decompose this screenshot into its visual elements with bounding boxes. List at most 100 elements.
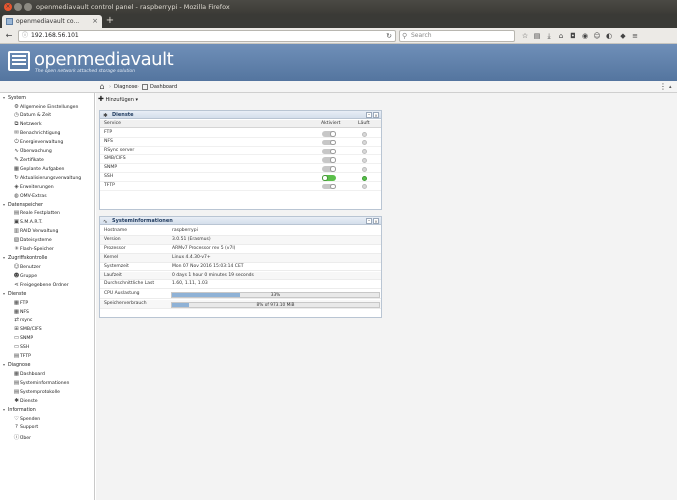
collapse-panel-icon[interactable]: ⌃ bbox=[366, 112, 372, 118]
site-info-icon[interactable]: ⓘ bbox=[22, 31, 28, 41]
pocket-icon[interactable]: ◘ bbox=[568, 31, 578, 41]
sidebar-item-5-1[interactable]: ? Support bbox=[13, 424, 38, 430]
column-enabled[interactable]: Aktiviert bbox=[321, 120, 340, 128]
add-button[interactable]: ✚ Hinzufügen ▾ bbox=[98, 95, 138, 105]
window-title: openmediavault control panel - raspberry… bbox=[36, 3, 230, 11]
sidebar-item-4-1[interactable]: ▤Systeminformationen bbox=[13, 379, 70, 386]
back-icon[interactable]: ← bbox=[4, 31, 14, 41]
sidebar-item-label: Dienste bbox=[20, 398, 38, 404]
service-enabled-toggle[interactable] bbox=[322, 139, 336, 146]
service-row: SMB/CIFS bbox=[100, 155, 381, 165]
new-tab-button[interactable]: + bbox=[104, 14, 116, 28]
update-icon: ↻ bbox=[14, 174, 19, 181]
sidebar-group-5[interactable]: ▾ Information bbox=[3, 407, 36, 413]
column-running[interactable]: Läuft bbox=[358, 120, 370, 128]
service-enabled-toggle[interactable] bbox=[322, 131, 336, 137]
service-enabled-toggle[interactable] bbox=[322, 157, 336, 163]
sidebar-item-0-7[interactable]: ▦Geplante Aufgaben bbox=[13, 166, 65, 172]
extension-icon[interactable]: ◐ bbox=[604, 31, 614, 41]
sidebar-item-0-0[interactable]: ⚙Allgemeine Einstellungen bbox=[13, 104, 78, 110]
browser-tab[interactable]: openmediavault co... × bbox=[2, 15, 102, 28]
sidebar-item-1-0[interactable]: ▤Reale Festplatten bbox=[13, 210, 60, 216]
sidebar-group-3[interactable]: ▾ Dienste bbox=[3, 291, 26, 297]
sidebar-item-1-4[interactable]: ✳Flash-Speicher bbox=[13, 246, 54, 252]
omv-logo-icon bbox=[8, 51, 30, 71]
services-panel: ✱ Dienste ⌃ × Service Aktiviert Läuft FTP… bbox=[99, 110, 382, 210]
sidebar-group-0[interactable]: ▾ System bbox=[3, 95, 26, 101]
snmp-icon: ▭ bbox=[13, 335, 20, 342]
sidebar-item-4-3[interactable]: ✱Dienste bbox=[13, 398, 38, 404]
sidebar-item-2-0[interactable]: ☺Benutzer bbox=[13, 264, 41, 270]
sidebar-item-2-2[interactable]: ⋖Freigegebene Ordner bbox=[13, 282, 68, 288]
close-panel-icon[interactable]: × bbox=[373, 112, 379, 118]
search-input[interactable]: ⚲ Search bbox=[399, 30, 515, 42]
sidebar-item-3-5[interactable]: ▭SSH bbox=[13, 344, 29, 350]
breadcrumb-diagnose[interactable]: Diagnose bbox=[114, 81, 137, 93]
sidebar-item-0-1[interactable]: ◷Datum & Zeit bbox=[13, 112, 51, 118]
sidebar-item-3-3[interactable]: ⊞SMB/CIFS bbox=[13, 326, 41, 332]
close-panel-icon[interactable]: × bbox=[373, 218, 379, 224]
sidebar-item-0-6[interactable]: ✎Zertifikate bbox=[13, 157, 44, 163]
sidebar-item-3-6[interactable]: ▤TFTP bbox=[13, 353, 31, 359]
more-menu-icon[interactable]: ⋮ bbox=[659, 81, 667, 93]
service-enabled-toggle[interactable] bbox=[322, 166, 336, 172]
sidebar-item-0-8[interactable]: ↻Aktualisierungsverwaltung bbox=[13, 175, 81, 181]
service-enabled-toggle[interactable] bbox=[322, 148, 336, 155]
scroll-up-arrow[interactable]: ▴ bbox=[669, 81, 672, 93]
sidebar-item-label: Über bbox=[20, 436, 31, 442]
sidebar-item-2-1[interactable]: ☻Gruppe bbox=[13, 273, 37, 279]
breadcrumb-dashboard[interactable]: Dashboard bbox=[150, 81, 177, 93]
home-button[interactable]: ⌂ bbox=[97, 82, 107, 92]
sidebar-item-1-3[interactable]: ▧Dateisysteme bbox=[13, 237, 52, 243]
shield-icon[interactable]: ◆ bbox=[618, 31, 628, 41]
sidebar-item-3-2[interactable]: ⇄rsync bbox=[13, 317, 32, 323]
window-minimize-button[interactable] bbox=[14, 3, 22, 11]
sidebar-item-3-0[interactable]: ▦FTP bbox=[13, 300, 28, 306]
sidebar-item-5-2[interactable]: ⓘÜber bbox=[13, 433, 31, 441]
sidebar-group-4[interactable]: ▾ Diagnose bbox=[3, 362, 30, 368]
service-enabled-toggle[interactable] bbox=[322, 183, 336, 190]
sidebar-item-0-10[interactable]: ◍OMV-Extras bbox=[13, 193, 47, 199]
service-enabled-toggle[interactable] bbox=[322, 175, 336, 181]
home-icon[interactable]: ⌂ bbox=[556, 31, 566, 41]
sidebar-item-label: Datum & Zeit bbox=[20, 113, 52, 119]
sidebar-group-2[interactable]: ▾ Zugriffskontrolle bbox=[3, 255, 47, 261]
menu-icon[interactable]: ≡ bbox=[630, 31, 640, 41]
sidebar-item-1-1[interactable]: ▣S.M.A.R.T. bbox=[13, 219, 43, 225]
sidebar-item-0-4[interactable]: ⏻Energieverwaltung bbox=[13, 139, 63, 146]
sidebar-item-0-5[interactable]: ∿Überwachung bbox=[13, 148, 52, 154]
service-name: TFTP bbox=[104, 182, 115, 188]
window-close-button[interactable]: × bbox=[4, 3, 12, 11]
reload-icon[interactable]: ↻ bbox=[386, 31, 392, 41]
monitoring-icon: ∿ bbox=[14, 148, 19, 154]
service-running-indicator bbox=[362, 184, 367, 190]
sidebar-item-4-2[interactable]: ▤Systemprotokolle bbox=[13, 389, 60, 395]
collapse-panel-icon[interactable]: ⌃ bbox=[366, 218, 372, 224]
sysinfo-row: Hostname raspberrypi bbox=[100, 227, 381, 236]
tab-close-icon[interactable]: × bbox=[92, 15, 98, 28]
bookmark-star-icon[interactable]: ☆ bbox=[520, 31, 530, 41]
sidebar-item-label: NFS bbox=[20, 309, 29, 315]
sidebar-item-0-9[interactable]: ◈Erweiterungen bbox=[13, 184, 53, 190]
info-icon: ▤ bbox=[13, 379, 20, 386]
sidebar-item-4-0[interactable]: ▦Dashboard bbox=[13, 371, 45, 377]
reading-list-icon[interactable]: ▤ bbox=[532, 31, 542, 41]
sidebar-item-5-0[interactable]: ♡Spenden bbox=[13, 416, 40, 422]
cpu-label: CPU Auslastung bbox=[104, 291, 140, 296]
user-icon: ☺ bbox=[13, 263, 20, 270]
clock-icon: ◷ bbox=[14, 112, 19, 119]
emoji-icon[interactable]: ☺ bbox=[592, 31, 602, 41]
url-bar[interactable]: ⓘ 192.168.56.101 ↻ bbox=[18, 30, 396, 42]
sidebar-item-3-4[interactable]: ▭SNMP bbox=[13, 335, 33, 341]
sidebar-group-1[interactable]: ▾ Datenspeicher bbox=[3, 202, 43, 208]
download-icon[interactable]: ⤓ bbox=[544, 31, 554, 41]
sidebar-item-0-3[interactable]: ✉Benachrichtigung bbox=[13, 130, 60, 136]
sidebar-item-3-1[interactable]: ▦NFS bbox=[13, 309, 29, 315]
window-maximize-button[interactable] bbox=[24, 3, 32, 11]
sysinfo-key: Prozessor bbox=[104, 245, 126, 251]
url-text: 192.168.56.101 bbox=[31, 32, 79, 39]
column-service[interactable]: Service bbox=[104, 120, 121, 128]
sidebar-item-0-2[interactable]: ⧉ Netzwerk bbox=[13, 121, 42, 128]
chat-icon[interactable]: ◉ bbox=[580, 31, 590, 41]
sidebar-item-1-2[interactable]: ▥RAID Verwaltung bbox=[13, 228, 59, 234]
